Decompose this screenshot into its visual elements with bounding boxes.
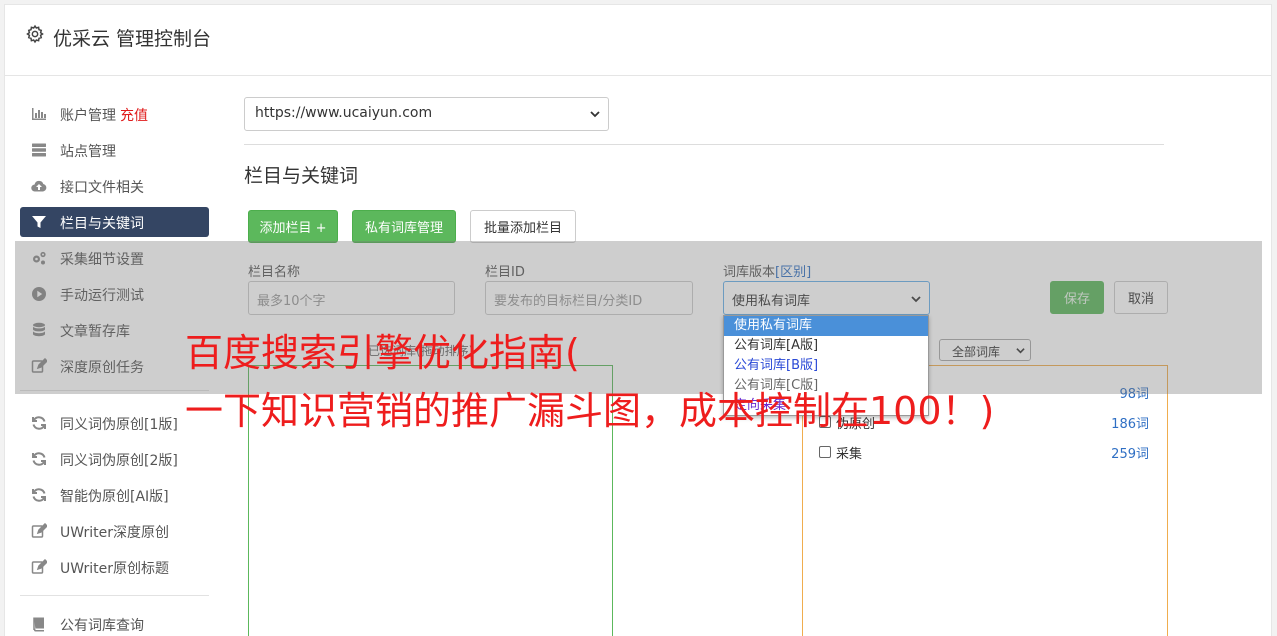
sidebar-divider <box>20 595 209 596</box>
sidebar-item-manual-run[interactable]: 手动运行测试 <box>20 279 209 309</box>
divider <box>244 144 1164 145</box>
sidebar-item-label: 同义词伪原创[2版] <box>60 453 178 469</box>
sidebar-item-label: 公有词库查询 <box>60 618 144 634</box>
gears-icon <box>33 251 46 265</box>
column-id-label: 栏目ID <box>485 265 525 280</box>
sidebar-item-collect-settings[interactable]: 采集细节设置 <box>20 243 209 273</box>
section-title: 栏目与关键词 <box>244 165 359 187</box>
watermark-line-1: 百度搜索引擎优化指南( <box>185 331 580 375</box>
library-row[interactable]: 采集 259词 <box>819 443 1149 463</box>
sidebar-item-label: 手动运行测试 <box>60 288 144 304</box>
chevron-down-icon <box>1016 348 1025 354</box>
chevron-down-icon <box>911 296 921 303</box>
sidebar-item-label: 同义词伪原创[1版] <box>60 417 178 433</box>
library-count: 186词 <box>1111 417 1149 432</box>
column-name-label: 栏目名称 <box>248 265 301 280</box>
cancel-button[interactable]: 取消 <box>1114 281 1168 314</box>
library-count: 259词 <box>1111 447 1149 462</box>
sidebar-item-label: 文章暂存库 <box>60 324 130 340</box>
sidebar-item-interface[interactable]: 接口文件相关 <box>20 171 209 201</box>
sidebar-item-deep-original[interactable]: 深度原创任务 <box>20 351 209 381</box>
sidebar-item-label: 站点管理 <box>60 144 116 160</box>
add-column-button[interactable]: 添加栏目 + <box>248 210 338 243</box>
library-checkbox[interactable] <box>819 446 831 458</box>
header: 优采云 管理控制台 <box>5 5 1271 76</box>
batch-add-button[interactable]: 批量添加栏目 <box>470 210 576 243</box>
library-filter-value: 全部词库 <box>952 345 1001 359</box>
refresh-icon <box>32 452 46 466</box>
sidebar-item-label: 栏目与关键词 <box>60 216 144 232</box>
edit-icon <box>31 523 47 538</box>
sidebar-item-synonym-v2[interactable]: 同义词伪原创[2版] <box>20 444 209 474</box>
bar-chart-icon <box>32 108 46 120</box>
sidebar-item-article-store[interactable]: 文章暂存库 <box>20 315 209 345</box>
play-circle-icon <box>32 287 46 301</box>
sidebar-item-ai-rewrite[interactable]: 智能伪原创[AI版] <box>20 480 209 510</box>
site-select[interactable]: https://www.ucaiyun.com <box>244 97 609 131</box>
filter-icon <box>32 216 46 228</box>
lib-version-value: 使用私有词库 <box>732 294 811 309</box>
lib-version-label: 词库版本[区别] <box>723 261 811 280</box>
sidebar-item-columns[interactable]: 栏目与关键词 <box>20 207 209 237</box>
private-lib-button[interactable]: 私有词库管理 <box>352 210 456 243</box>
sidebar-item-uwriter-deep[interactable]: UWriter深度原创 <box>20 516 209 546</box>
sidebar-item-account[interactable]: 账户管理 充值 <box>20 99 209 129</box>
refresh-icon <box>32 416 46 430</box>
edit-icon <box>31 358 47 373</box>
refresh-icon <box>32 488 46 502</box>
book-icon <box>33 617 44 632</box>
sidebar-item-label: 账户管理 <box>60 108 116 124</box>
edit-icon <box>31 559 47 574</box>
lib-diff-link[interactable]: [区别] <box>775 265 811 280</box>
sidebar-divider <box>20 390 209 391</box>
cloud-upload-icon <box>31 180 47 192</box>
sidebar-item-synonym-v1[interactable]: 同义词伪原创[1版] <box>20 408 209 438</box>
recharge-link[interactable]: 充值 <box>120 108 148 124</box>
sidebar-item-label: UWriter原创标题 <box>60 561 169 577</box>
app-title: 优采云 管理控制台 <box>53 28 212 50</box>
database-icon <box>33 322 45 337</box>
sidebar-item-public-lib[interactable]: 公有词库查询 <box>20 609 209 636</box>
lib-version-text: 词库版本 <box>723 265 776 280</box>
site-select-value: https://www.ucaiyun.com <box>255 105 433 121</box>
sidebar-item-sites[interactable]: 站点管理 <box>20 135 209 165</box>
watermark-line-2: 一下知识营销的推广漏斗图，成本控制在100！) <box>185 389 995 433</box>
library-name: 采集 <box>836 447 863 462</box>
sidebar-item-label: 深度原创任务 <box>60 360 144 376</box>
save-button[interactable]: 保存 <box>1050 281 1104 314</box>
sidebar-item-label: 采集细节设置 <box>60 252 144 268</box>
dropdown-option[interactable]: 公有词库[B版] <box>724 356 928 376</box>
sidebar-item-uwriter-title[interactable]: UWriter原创标题 <box>20 552 209 582</box>
column-id-input[interactable]: 要发布的目标栏目/分类ID <box>485 281 693 315</box>
gear-icon <box>26 24 44 44</box>
column-name-input[interactable]: 最多10个字 <box>248 281 455 315</box>
sidebar-item-label: 智能伪原创[AI版] <box>60 489 169 505</box>
library-filter-select[interactable]: 全部词库 <box>939 339 1031 361</box>
sidebar-item-label: 接口文件相关 <box>60 180 144 196</box>
server-icon <box>32 143 46 157</box>
chevron-down-icon <box>590 111 600 118</box>
dropdown-option[interactable]: 使用私有词库 <box>724 316 928 336</box>
lib-version-select[interactable]: 使用私有词库 <box>723 281 930 315</box>
library-count: 98词 <box>1119 387 1149 402</box>
sidebar-item-label: UWriter深度原创 <box>60 525 169 541</box>
dropdown-option[interactable]: 公有词库[A版] <box>724 336 928 356</box>
